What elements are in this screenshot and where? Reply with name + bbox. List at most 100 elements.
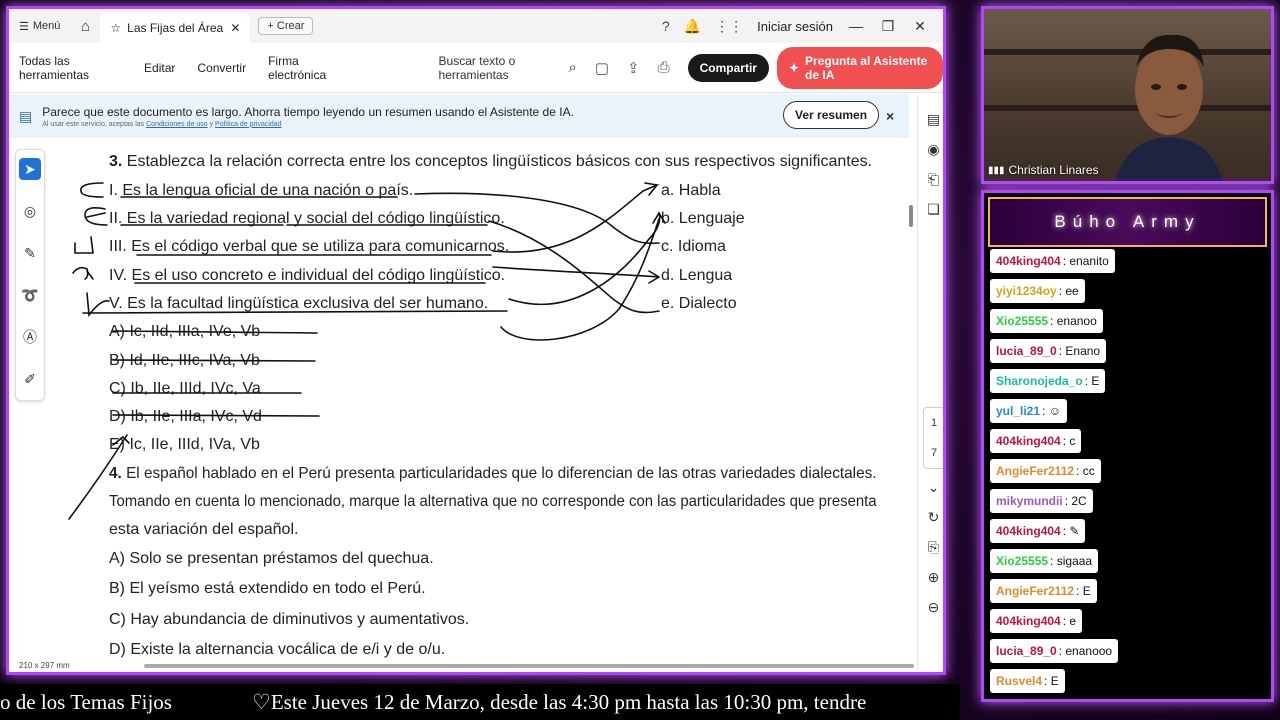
ink-arrow-3: [492, 182, 660, 253]
chat-username[interactable]: Sharonojeda_o: [996, 374, 1083, 388]
view-summary-button[interactable]: Ver resumen: [783, 101, 880, 129]
minimize-icon[interactable]: —: [847, 18, 865, 34]
new-tab-label: Crear: [276, 20, 305, 32]
menu-convert[interactable]: Convertir: [197, 61, 246, 75]
comment-panel-icon[interactable]: ◉: [927, 134, 939, 164]
q3-target-a: a. Habla: [661, 182, 721, 199]
chat-message: 404king404: ✎: [990, 519, 1086, 543]
share-button[interactable]: Compartir: [687, 53, 769, 82]
chat-message: 404king404: e: [990, 609, 1083, 633]
chat-username[interactable]: 404king404: [996, 254, 1061, 268]
file-info-icon[interactable]: ⎘: [928, 532, 939, 562]
menu-all-tools[interactable]: Todas las herramientas: [19, 54, 122, 82]
bookmark-panel-icon[interactable]: ⎗: [928, 164, 939, 194]
ink-arrow-2: [488, 220, 660, 314]
signin-button[interactable]: Iniciar sesión: [757, 19, 833, 34]
chat-message: Xio25555: enanoo: [990, 309, 1103, 333]
ai-assistant-button[interactable]: ✦ Pregunta al Asistente de IA: [776, 46, 943, 89]
page-indicator[interactable]: 1 7: [923, 407, 943, 469]
tab-bar: ☰ Menú ⌂ ☆ Las Fijas del Área A ... ✕ + …: [9, 9, 943, 43]
ink-letter-c: [80, 182, 104, 198]
vertical-scrollbar[interactable]: [909, 205, 913, 227]
print-icon[interactable]: ⎙: [658, 59, 670, 76]
q3-option-e: E) Ic, IIe, IIId, IVa, Vb: [109, 436, 260, 453]
restore-icon[interactable]: ❐: [879, 18, 897, 35]
chat-username[interactable]: yul_li21: [996, 404, 1040, 418]
q3-item-5: V. Es la facultad lingüística exclusiva …: [109, 295, 489, 312]
chat-message: yul_li21: ☺: [990, 399, 1067, 423]
refresh-icon[interactable]: ↻: [928, 502, 940, 532]
close-banner-icon[interactable]: ×: [886, 108, 894, 124]
banner-text: Parece que este documento es largo. Ahor…: [42, 105, 574, 128]
document-tab[interactable]: ☆ Las Fijas del Área A ... ✕: [100, 13, 251, 43]
chat-username[interactable]: 404king404: [996, 524, 1061, 538]
chat-username[interactable]: 404king404: [996, 614, 1061, 628]
streamer-name-tag: ▮▮▮ Christian Linares: [988, 163, 1099, 177]
chat-username[interactable]: AngieFer2112: [996, 584, 1074, 598]
ticker-text-right: ♡Este Jueves 12 de Marzo, desde las 4:30…: [252, 690, 867, 714]
save-icon[interactable]: ▢: [595, 59, 609, 77]
chat-username[interactable]: lucia_89_0: [996, 644, 1057, 658]
chat-username[interactable]: yiyi1234oy: [996, 284, 1057, 298]
chat-username[interactable]: 404king404: [996, 434, 1061, 448]
notification-bell-icon[interactable]: 🔔: [684, 18, 701, 35]
q3-target-d: d. Lengua: [661, 267, 733, 284]
webcam-feed: ▮▮▮ Christian Linares: [981, 6, 1274, 184]
ink-letter-a: [72, 266, 94, 280]
terms-link[interactable]: Condiciones de uso: [146, 121, 208, 128]
search-tools[interactable]: Buscar texto o herramientas ⌕: [439, 54, 577, 82]
new-tab-button[interactable]: + Crear: [258, 17, 314, 35]
question-3-text: Establezca la relación correcta entre lo…: [126, 153, 873, 170]
q3-item-3: III. Es el código verbal que se utiliza …: [109, 238, 510, 255]
menu-edit[interactable]: Editar: [144, 61, 175, 75]
chat-text: : 2C: [1064, 494, 1087, 508]
stream-stage: ☰ Menú ⌂ ☆ Las Fijas del Área A ... ✕ + …: [0, 0, 1280, 720]
chat-username[interactable]: Xio25555: [996, 554, 1048, 568]
chat-username[interactable]: AngieFer2112: [996, 464, 1074, 478]
menu-button[interactable]: ☰ Menú: [9, 9, 70, 43]
chat-message: 404king404: enanito: [990, 249, 1115, 273]
chat-username[interactable]: lucia_89_0: [996, 344, 1057, 358]
page-down-icon[interactable]: ⌄: [928, 472, 940, 502]
help-icon[interactable]: ?: [662, 18, 670, 34]
total-pages: 7: [930, 447, 938, 459]
q4-option-b: B) El yeísmo está extendido en todo el P…: [109, 580, 426, 597]
privacy-link[interactable]: Política de privacidad: [215, 121, 282, 128]
menu-label: Menú: [32, 20, 61, 32]
q3-item-2: II. Es la variedad regional y social del…: [109, 210, 505, 227]
right-side-panel: ▤ ◉ ⎗ ❏ ⌃ ⌄ ↻ ⎘ ⊕ ⊖: [917, 94, 943, 672]
chat-message: AngieFer2112: cc: [990, 459, 1101, 483]
ticker-text-left: o de los Temas Fijos: [0, 690, 172, 714]
pages-panel-icon[interactable]: ❏: [927, 194, 940, 224]
star-icon[interactable]: ☆: [110, 21, 121, 35]
chat-text: : enanito: [1062, 254, 1109, 268]
ink-arrow-5: [508, 211, 666, 305]
q3-target-b: b. Lenguaje: [661, 210, 745, 227]
banner-legal-mid: y: [209, 120, 214, 128]
upload-icon[interactable]: ⇪: [627, 59, 640, 77]
chat-username[interactable]: Rusvel4: [996, 674, 1042, 688]
apps-grid-icon[interactable]: ⋮⋮: [715, 18, 743, 35]
zoom-in-icon[interactable]: ⊕: [928, 562, 940, 592]
menu-esign[interactable]: Firma electrónica: [268, 54, 344, 82]
search-label: Buscar texto o herramientas: [438, 53, 516, 82]
banner-message: Parece que este documento es largo. Ahor…: [42, 104, 574, 119]
chat-username[interactable]: Xio25555: [996, 314, 1048, 328]
close-window-icon[interactable]: ✕: [911, 18, 929, 35]
chat-text: : ☺: [1042, 404, 1061, 418]
ai-panel-icon[interactable]: ▤: [927, 104, 940, 134]
home-icon[interactable]: ⌂: [70, 18, 100, 35]
ink-arrow-4: [492, 266, 660, 284]
hamburger-icon: ☰: [19, 20, 29, 33]
ai-summary-icon: ▤: [19, 107, 33, 124]
chat-username[interactable]: mikymundii: [996, 494, 1063, 508]
horizontal-scrollbar[interactable]: [144, 664, 914, 668]
close-tab-icon[interactable]: ✕: [230, 21, 240, 35]
question-4-line-1: El español hablado en el Perú presenta p…: [126, 465, 877, 482]
question-4-line-3: esta variación del español.: [109, 521, 299, 538]
q3-target-e: e. Dialecto: [661, 295, 737, 312]
chat-text: : cc: [1076, 464, 1095, 478]
question-3: 3. Establezca la relación correcta entre…: [109, 153, 872, 171]
chat-text: : enanoo: [1050, 314, 1097, 328]
zoom-out-icon[interactable]: ⊖: [928, 592, 940, 622]
